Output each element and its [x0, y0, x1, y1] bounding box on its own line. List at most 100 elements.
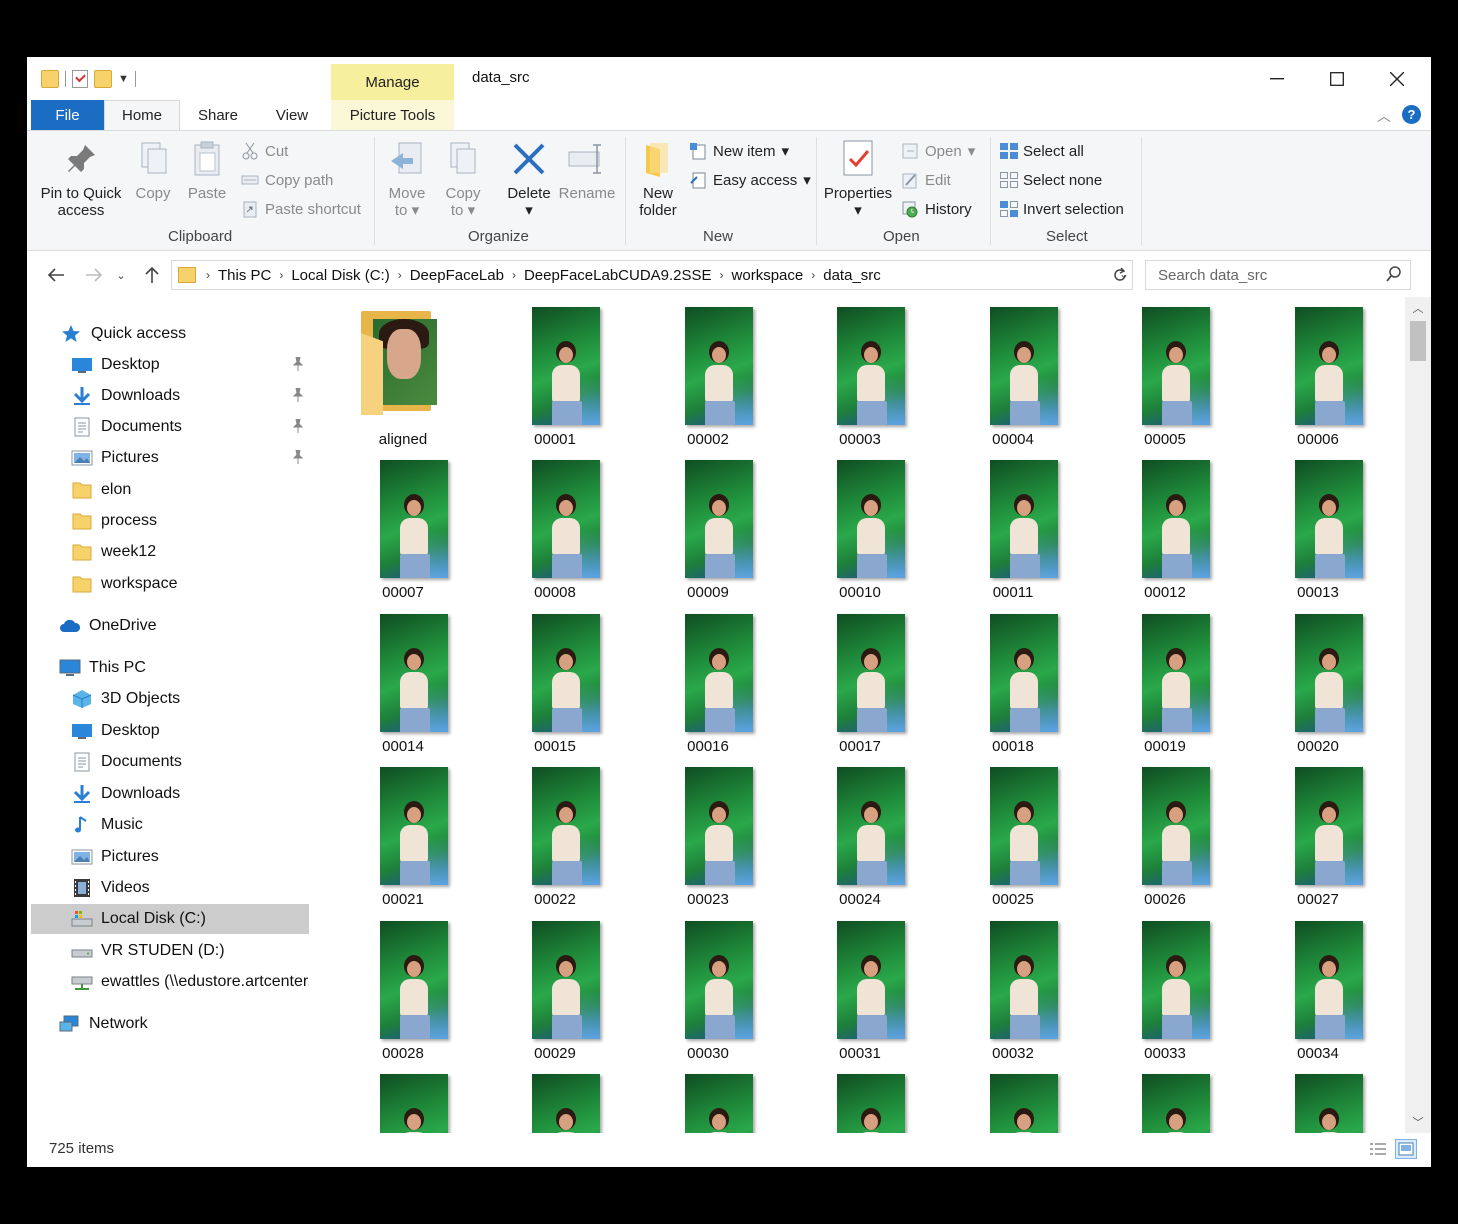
- pin-icon[interactable]: [293, 357, 303, 371]
- scroll-thumb[interactable]: [1410, 321, 1426, 361]
- tab-home[interactable]: Home: [104, 100, 180, 131]
- image-file-tile[interactable]: 00020: [1248, 604, 1388, 755]
- scroll-down-chevron-icon[interactable]: ﹀: [1405, 1111, 1431, 1133]
- image-file-tile[interactable]: [790, 1064, 930, 1133]
- close-button[interactable]: [1367, 57, 1427, 100]
- image-file-tile[interactable]: 00023: [638, 757, 778, 908]
- paste-button[interactable]: Paste: [181, 139, 233, 202]
- delete-button[interactable]: Delete ▾: [501, 139, 557, 219]
- copy-to-button[interactable]: Copy to ▾: [437, 139, 489, 219]
- image-file-tile[interactable]: 00019: [1095, 604, 1235, 755]
- large-icons-view-button[interactable]: [1395, 1139, 1417, 1159]
- image-file-tile[interactable]: 00026: [1095, 757, 1235, 908]
- help-icon[interactable]: ?: [1402, 105, 1421, 124]
- nav-qa-pictures[interactable]: Pictures: [31, 443, 309, 473]
- image-file-tile[interactable]: 00031: [790, 911, 930, 1062]
- image-file-tile[interactable]: 00029: [485, 911, 625, 1062]
- scroll-up-chevron-icon[interactable]: ︿: [1405, 297, 1431, 319]
- vertical-scrollbar[interactable]: ︿ ﹀: [1405, 297, 1431, 1133]
- nav-pc-desktop[interactable]: Desktop: [31, 716, 309, 746]
- nav-pc-vr-studen[interactable]: VR STUDEN (D:): [31, 936, 309, 966]
- rename-button[interactable]: Rename: [557, 139, 617, 202]
- easy-access-button[interactable]: Easy access ▾: [689, 168, 811, 192]
- properties-button[interactable]: Properties ▾: [823, 139, 893, 219]
- copy-button[interactable]: Copy: [127, 139, 179, 202]
- pin-icon[interactable]: [293, 419, 303, 433]
- image-file-tile[interactable]: 00015: [485, 604, 625, 755]
- image-file-tile[interactable]: [485, 1064, 625, 1133]
- image-file-tile[interactable]: 00030: [638, 911, 778, 1062]
- new-item-button[interactable]: New item ▾: [689, 139, 789, 163]
- image-file-tile[interactable]: [638, 1064, 778, 1133]
- image-file-tile[interactable]: 00027: [1248, 757, 1388, 908]
- nav-pc-network-drive[interactable]: ewattles (\\edustore.artcenter.: [31, 967, 309, 997]
- nav-qa-workspace[interactable]: workspace: [31, 569, 309, 599]
- nav-qa-desktop[interactable]: Desktop: [31, 350, 309, 380]
- nav-pc-videos[interactable]: Videos: [31, 873, 309, 903]
- address-bar[interactable]: › This PC › Local Disk (C:) › DeepFaceLa…: [171, 260, 1133, 290]
- breadcrumb-deepfacelab[interactable]: DeepFaceLab: [404, 267, 510, 284]
- image-file-tile[interactable]: 00002: [638, 297, 778, 448]
- image-file-tile[interactable]: 00012: [1095, 450, 1235, 601]
- breadcrumb-data-src[interactable]: data_src: [817, 267, 887, 284]
- image-file-tile[interactable]: 00021: [333, 757, 473, 908]
- image-file-tile[interactable]: 00004: [943, 297, 1083, 448]
- copy-path-button[interactable]: Copy path: [241, 168, 333, 192]
- properties-icon[interactable]: [72, 70, 88, 88]
- image-file-tile[interactable]: 00028: [333, 911, 473, 1062]
- image-file-tile[interactable]: 00007: [333, 450, 473, 601]
- nav-this-pc[interactable]: This PC: [31, 653, 309, 683]
- nav-network[interactable]: Network: [31, 1009, 309, 1039]
- select-all-button[interactable]: Select all: [999, 139, 1084, 163]
- nav-pc-local-disk[interactable]: Local Disk (C:): [31, 904, 309, 934]
- tab-file[interactable]: File: [31, 100, 104, 130]
- nav-qa-week12[interactable]: week12: [31, 537, 309, 567]
- nav-qa-downloads[interactable]: Downloads: [31, 381, 309, 411]
- breadcrumb-deepfacelabcuda[interactable]: DeepFaceLabCUDA9.2SSE: [518, 267, 718, 284]
- image-file-tile[interactable]: 00022: [485, 757, 625, 908]
- nav-onedrive[interactable]: OneDrive: [31, 611, 309, 641]
- up-button[interactable]: [137, 261, 167, 289]
- breadcrumb-workspace[interactable]: workspace: [726, 267, 810, 284]
- image-file-tile[interactable]: 00005: [1095, 297, 1235, 448]
- nav-qa-process[interactable]: process: [31, 506, 309, 536]
- image-file-tile[interactable]: 00003: [790, 297, 930, 448]
- image-file-tile[interactable]: [1095, 1064, 1235, 1133]
- image-file-tile[interactable]: 00009: [638, 450, 778, 601]
- invert-selection-button[interactable]: Invert selection: [999, 197, 1124, 221]
- paste-shortcut-button[interactable]: Paste shortcut: [241, 197, 361, 221]
- image-file-tile[interactable]: 00014: [333, 604, 473, 755]
- nav-qa-elon[interactable]: elon: [31, 475, 309, 505]
- pin-icon[interactable]: [293, 388, 303, 402]
- collapse-ribbon-chevron-icon[interactable]: ︿: [1377, 106, 1391, 126]
- breadcrumb-local-disk[interactable]: Local Disk (C:): [285, 267, 395, 284]
- nav-quick-access[interactable]: Quick access: [31, 319, 309, 349]
- refresh-button[interactable]: [1107, 261, 1133, 289]
- search-input[interactable]: Search data_src: [1145, 260, 1411, 290]
- image-file-tile[interactable]: 00011: [943, 450, 1083, 601]
- image-file-tile[interactable]: 00018: [943, 604, 1083, 755]
- image-file-tile[interactable]: 00016: [638, 604, 778, 755]
- edit-button[interactable]: Edit: [901, 168, 951, 192]
- nav-qa-documents[interactable]: Documents: [31, 412, 309, 442]
- select-none-button[interactable]: Select none: [999, 168, 1102, 192]
- image-file-tile[interactable]: 00001: [485, 297, 625, 448]
- pin-icon[interactable]: [293, 450, 303, 464]
- minimize-button[interactable]: [1247, 57, 1307, 100]
- pin-to-quick-access-button[interactable]: Pin to Quick access: [37, 139, 125, 219]
- forward-button[interactable]: [79, 261, 109, 289]
- nav-pc-documents[interactable]: Documents: [31, 747, 309, 777]
- manage-tab[interactable]: Manage: [331, 64, 454, 100]
- image-file-tile[interactable]: 00013: [1248, 450, 1388, 601]
- customize-toolbar-chevron-icon[interactable]: ▼: [118, 73, 129, 85]
- nav-pc-pictures[interactable]: Pictures: [31, 842, 309, 872]
- recent-locations-chevron-icon[interactable]: ⌄: [111, 261, 131, 289]
- image-file-tile[interactable]: 00024: [790, 757, 930, 908]
- image-file-tile[interactable]: 00025: [943, 757, 1083, 908]
- nav-pc-3d-objects[interactable]: 3D Objects: [31, 684, 309, 714]
- tab-picture-tools[interactable]: Picture Tools: [331, 100, 454, 130]
- nav-pc-downloads[interactable]: Downloads: [31, 779, 309, 809]
- open-button[interactable]: Open ▾: [901, 139, 975, 163]
- history-button[interactable]: History: [901, 197, 972, 221]
- back-button[interactable]: [41, 261, 71, 289]
